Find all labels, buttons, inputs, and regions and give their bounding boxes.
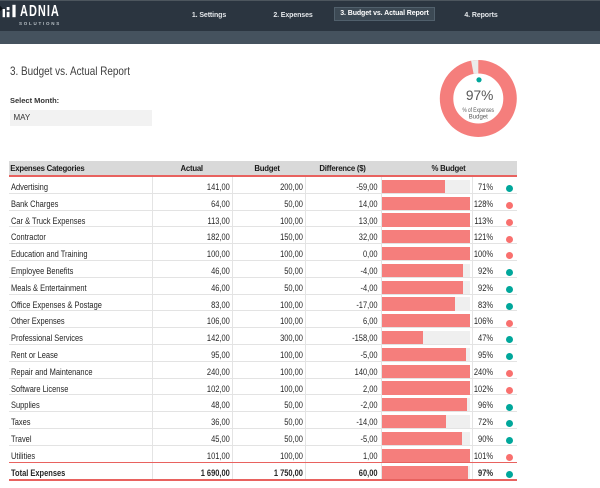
svg-text:Budget: Budget <box>469 113 488 120</box>
svg-text:97%: 97% <box>466 87 494 103</box>
